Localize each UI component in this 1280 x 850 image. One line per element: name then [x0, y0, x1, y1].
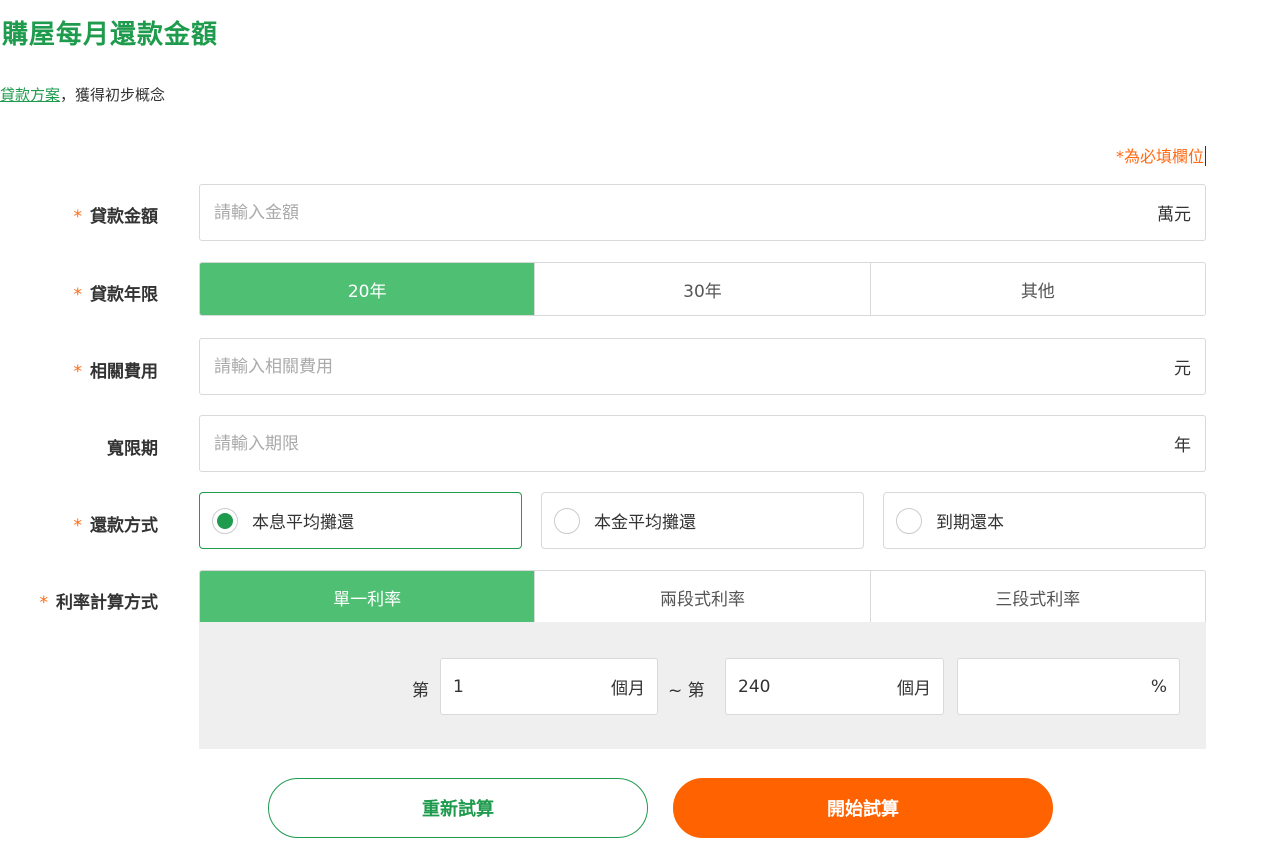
required-star: *	[39, 593, 49, 613]
loan-term-selector: 20年 30年 其他	[199, 262, 1206, 316]
interest-rate-input[interactable]	[970, 676, 1151, 697]
end-month-unit: 個月	[897, 679, 931, 699]
loan-term-30-years[interactable]: 30年	[535, 263, 871, 315]
loan-plan-link[interactable]: 貸款方案	[0, 86, 60, 104]
start-month-unit: 個月	[611, 679, 645, 699]
related-fees-label: * 相關費用	[73, 362, 159, 382]
required-star: *	[73, 285, 83, 305]
text-caret	[1205, 146, 1206, 166]
repayment-at-maturity-option[interactable]: 到期還本	[883, 492, 1206, 549]
related-fees-field: 元	[199, 338, 1206, 395]
intro-suffix: ，獲得初步概念	[60, 86, 166, 104]
required-star: *	[73, 516, 83, 536]
start-month-field: 個月	[440, 658, 658, 715]
radio-unselected-icon	[896, 507, 922, 534]
interest-rate-unit: %	[1150, 676, 1167, 697]
required-star: *	[73, 207, 83, 227]
required-star: *	[73, 362, 83, 382]
grace-period-input[interactable]	[214, 433, 1174, 454]
loan-amount-label: * 貸款金額	[73, 207, 159, 227]
loan-amount-input[interactable]	[214, 202, 1157, 223]
rate-single-tab[interactable]: 單一利率	[200, 571, 536, 624]
grace-period-label: 寬限期	[107, 439, 158, 459]
loan-term-other[interactable]: 其他	[870, 263, 1205, 315]
repayment-equal-installment-option[interactable]: 本息平均攤還	[199, 492, 522, 549]
end-month-input[interactable]	[738, 676, 897, 697]
rate-method-label: * 利率計算方式	[39, 593, 159, 613]
radio-unselected-icon	[554, 507, 580, 534]
start-calculation-button[interactable]: 開始試算	[673, 778, 1053, 838]
end-month-field: 個月	[725, 658, 944, 715]
loan-amount-field: 萬元	[199, 184, 1206, 241]
month-prefix: 第	[412, 681, 429, 701]
loan-amount-unit: 萬元	[1157, 205, 1191, 225]
interest-rate-field: %	[957, 658, 1180, 715]
related-fees-unit: 元	[1174, 359, 1191, 379]
required-note: *為必填欄位	[1070, 143, 1206, 167]
radio-selected-icon	[212, 507, 238, 534]
repayment-equal-principal-option[interactable]: 本金平均攤還	[541, 492, 864, 549]
reset-button[interactable]: 重新試算	[268, 778, 648, 838]
grace-period-field: 年	[199, 415, 1206, 472]
page-title: 購屋每月還款金額	[2, 20, 219, 50]
rate-three-stage-tab[interactable]: 三段式利率	[870, 571, 1205, 624]
rate-two-stage-tab[interactable]: 兩段式利率	[535, 571, 871, 624]
loan-term-20-years[interactable]: 20年	[200, 263, 536, 315]
repayment-method-label: * 還款方式	[73, 516, 159, 536]
start-month-input[interactable]	[453, 676, 611, 697]
required-note-text: *為必填欄位	[1115, 147, 1204, 166]
related-fees-input[interactable]	[214, 356, 1174, 377]
month-separator: ~ 第	[668, 681, 705, 701]
grace-period-unit: 年	[1174, 436, 1191, 456]
intro-text: 貸款方案，獲得初步概念	[0, 84, 165, 105]
rate-method-selector: 單一利率 兩段式利率 三段式利率	[199, 570, 1206, 624]
loan-term-label: * 貸款年限	[73, 285, 159, 305]
